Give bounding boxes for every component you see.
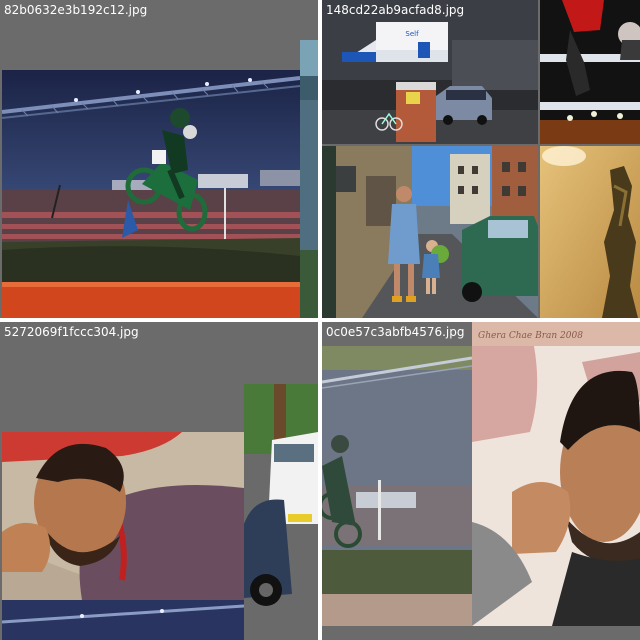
empty-strip xyxy=(322,626,640,640)
street-cars-photo xyxy=(244,384,318,640)
grid-cell-3[interactable]: 5272069f1fccc304.jpg xyxy=(0,322,318,640)
filename-label: 148cd22ab9acfad8.jpg xyxy=(326,3,465,17)
motocross-photo-faded xyxy=(322,346,472,626)
partial-photo-edge xyxy=(300,40,318,318)
petrol-station-photo: Self xyxy=(322,0,538,144)
sculpture-photo xyxy=(540,146,640,318)
sleeping-man-photo-bright: Ghera Chae Bran 2008 xyxy=(472,322,640,626)
self-sign-text: Self xyxy=(405,30,419,38)
filename-label: 0c0e57c3abfb4576.jpg xyxy=(326,325,465,339)
street-family-photo xyxy=(322,146,538,318)
artwork-caption-text: Ghera Chae Bran 2008 xyxy=(478,331,583,341)
grid-cell-1[interactable]: 82b0632e3b192c12.jpg xyxy=(0,0,318,318)
filename-label: 82b0632e3b192c12.jpg xyxy=(4,3,148,17)
arena-strip-photo xyxy=(2,600,244,640)
motocross-photo xyxy=(2,70,300,318)
image-grid: 82b0632e3b192c12.jpg 148cd22ab9acfad8.jp… xyxy=(0,0,640,640)
grid-cell-4[interactable]: 0c0e57c3abfb4576.jpg Ghera Chae Bran 200… xyxy=(322,322,640,640)
filename-label: 5272069f1fccc304.jpg xyxy=(4,325,139,339)
grid-cell-2[interactable]: 148cd22ab9acfad8.jpg Self xyxy=(322,0,640,318)
sleeping-man-photo xyxy=(2,432,244,600)
boxing-photo xyxy=(540,0,640,144)
